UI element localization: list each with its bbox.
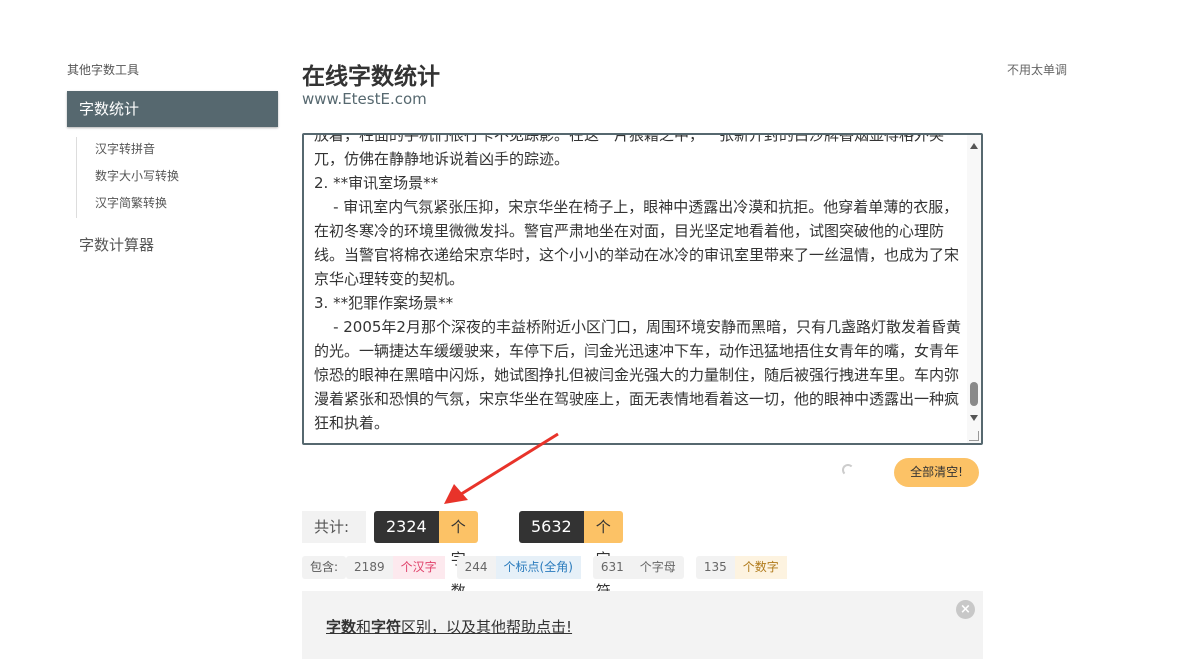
help-link[interactable]: 字数和字符区别，以及其他帮助点击! [326, 616, 572, 637]
sidebar-item-pinyin[interactable]: 汉字转拼音 [95, 137, 179, 164]
letters-count: 631 个字母 [592, 556, 684, 579]
site-url[interactable]: www.EtestE.com [302, 90, 427, 108]
char-count-unit: 个字符 [583, 511, 623, 600]
help-words: 字数 [326, 618, 357, 636]
red-arrow-annotation-icon [444, 432, 559, 504]
sidebar-heading: 其他字数工具 [67, 63, 140, 77]
word-count-badge: 2324 个字数 [374, 511, 478, 600]
page-title: 在线字数统计 [302, 64, 440, 90]
scroll-thumb[interactable] [970, 382, 978, 406]
punct-unit: 个标点(全角) [495, 556, 581, 579]
word-count-value: 2324 [374, 511, 439, 543]
sidebar-item-simplified-traditional[interactable]: 汉字简繁转换 [95, 191, 179, 218]
sidebar-item-calculator[interactable]: 字数计算器 [79, 234, 154, 255]
clear-all-button[interactable]: 全部清空! [894, 458, 979, 487]
hanzi-value: 2189 [354, 560, 385, 574]
hanzi-count: 2189 个汉字 [346, 556, 445, 579]
help-and: 和 [356, 618, 372, 636]
word-count-unit: 个字数 [438, 511, 478, 600]
right-note-link[interactable]: 不用太单调 [1007, 61, 1067, 78]
sidebar-item-word-count[interactable]: 字数统计 [67, 91, 278, 127]
sidebar-item-number-case[interactable]: 数字大小写转换 [95, 164, 179, 191]
total-label: 共计: [302, 511, 366, 543]
loading-spinner-icon [842, 464, 854, 476]
help-chars: 字符 [371, 618, 402, 636]
char-count-value: 5632 [519, 511, 584, 543]
digits-unit: 个数字 [734, 556, 787, 579]
letters-value: 631 [600, 560, 624, 574]
hanzi-unit: 个汉字 [392, 556, 445, 579]
help-box: 字数和字符区别，以及其他帮助点击! × [302, 591, 983, 659]
count-details: 包含: 2189 个汉字 244 个标点(全角) 631 个字母 135 个数字 [302, 556, 787, 579]
digits-count: 135 个数字 [695, 556, 787, 579]
scroll-up-icon[interactable] [970, 143, 978, 149]
editor-scrollbar[interactable] [967, 135, 981, 443]
punct-value: 244 [464, 560, 488, 574]
editor-text[interactable]: 放着，柱面的手机们很行卡不见踪影。在这一片狼藉之中，一张新开封的白沙牌香烟显得格… [314, 135, 964, 435]
close-icon[interactable]: × [956, 600, 975, 619]
help-rest: 区别，以及其他帮助点击! [401, 618, 573, 636]
punct-count: 244 个标点(全角) [456, 556, 581, 579]
scroll-down-icon[interactable] [970, 415, 978, 421]
digits-value: 135 [703, 560, 727, 574]
letters-unit: 个字母 [639, 560, 676, 574]
text-input-area[interactable]: 放着，柱面的手机们很行卡不见踪影。在这一片狼藉之中，一张新开封的白沙牌香烟显得格… [302, 133, 983, 445]
include-label: 包含: [302, 556, 347, 579]
resize-handle-icon[interactable] [969, 431, 979, 441]
char-count-badge: 5632 个字符 [519, 511, 623, 600]
sidebar-subnav: 汉字转拼音 数字大小写转换 汉字简繁转换 [76, 137, 179, 218]
